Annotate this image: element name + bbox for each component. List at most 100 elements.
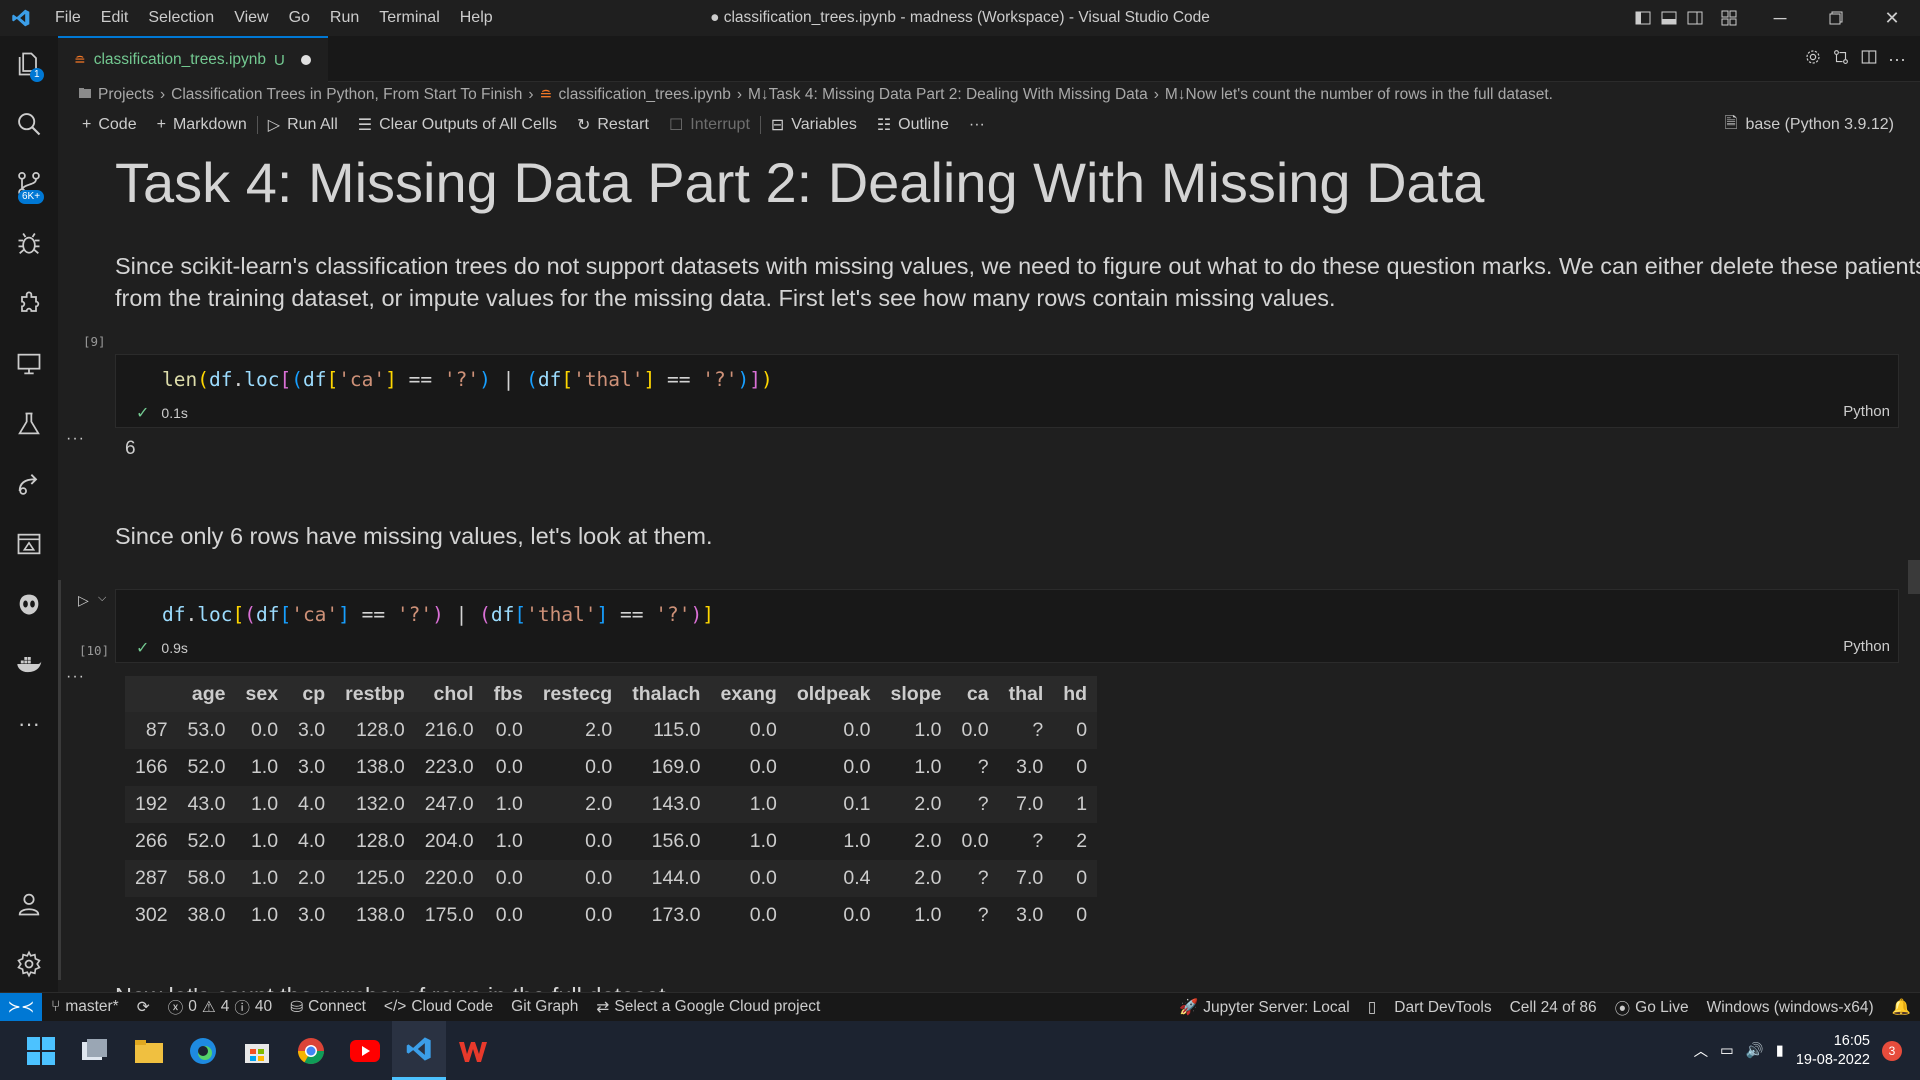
gcloud-project-item[interactable]: ⇄ Select a Google Cloud project <box>587 998 829 1017</box>
accounts-icon[interactable] <box>0 876 58 932</box>
bell-icon[interactable]: 🔔 <box>1883 998 1920 1017</box>
notification-badge[interactable]: 3 <box>1882 1040 1902 1061</box>
code-editor[interactable]: len(df.loc[(df['ca'] == '?') | (df['thal… <box>162 368 773 391</box>
file-explorer-icon[interactable] <box>122 1021 176 1080</box>
breadcrumb-item[interactable]: M↓Task 4: Missing Data Part 2: Dealing W… <box>748 86 1148 104</box>
toolbar-more-icon[interactable]: ··· <box>959 116 995 134</box>
run-debug-icon[interactable] <box>0 216 58 272</box>
jupyter-server-item[interactable]: 🚀 Jupyter Server: Local <box>1170 998 1359 1017</box>
minimize-button[interactable]: ─ <box>1752 0 1808 36</box>
explorer-icon[interactable]: 1 <box>0 36 58 92</box>
menu-go[interactable]: Go <box>280 9 319 27</box>
go-live-item[interactable]: ⦿ Go Live <box>1606 997 1698 1019</box>
dart-devtools-item[interactable]: Dart DevTools <box>1385 999 1500 1017</box>
output-more-icon[interactable]: ··· <box>66 668 85 686</box>
unsaved-dot-icon[interactable] <box>300 55 311 65</box>
problems-indicator[interactable]: ⓧ 0 ⚠ 4 ⓘ 40 <box>159 996 281 1018</box>
notebook-toolbar: + Code + Markdown ▷ Run All ☰ Clear Outputs … <box>72 112 995 138</box>
chrome-icon[interactable] <box>284 1021 338 1080</box>
run-options-chevron-icon[interactable]: ⌵ <box>98 592 106 605</box>
add-markdown-cell-button[interactable]: + Markdown <box>147 116 257 134</box>
add-code-cell-button[interactable]: + Code <box>72 116 147 134</box>
customize-layout-icon[interactable] <box>1716 0 1742 36</box>
windows-start-icon[interactable] <box>14 1021 68 1080</box>
manage-gear-icon[interactable] <box>0 936 58 992</box>
edge-browser-icon[interactable] <box>176 1021 230 1080</box>
gcloud-label: Select a Google Cloud project <box>614 998 821 1015</box>
more-actions-icon[interactable]: ··· <box>1888 49 1906 70</box>
sync-icon[interactable]: ⟳ <box>128 998 159 1017</box>
code-cell[interactable]: len(df.loc[(df['ca'] == '?') | (df['thal… <box>115 354 1899 428</box>
platform-item[interactable]: Windows (windows-x64) <box>1698 999 1883 1017</box>
more-views-icon[interactable]: ··· <box>0 696 58 752</box>
docker-icon[interactable] <box>0 636 58 692</box>
live-share-icon[interactable] <box>0 456 58 512</box>
menu-edit[interactable]: Edit <box>92 9 138 27</box>
table-row: 302 38.0 1.0 3.0 138.0 175.0 0.0 0.0 173.0 0.0 0.0… <box>125 897 1098 934</box>
battery-icon[interactable]: ▮ <box>1776 1043 1784 1059</box>
table-cell: 2.0 <box>880 860 952 897</box>
clear-outputs-button[interactable]: ☰ Clear Outputs of All Cells <box>348 115 567 135</box>
task-view-icon[interactable] <box>68 1021 122 1080</box>
breadcrumb-item[interactable]: Classification Trees in Python, From Sta… <box>171 86 522 104</box>
table-cell: 4.0 <box>288 823 336 860</box>
display-icon[interactable]: ▭ <box>1720 1043 1734 1059</box>
kernel-picker[interactable]: 🗎 base (Python 3.9.12) <box>1725 112 1894 138</box>
breadcrumb-item[interactable]: classification_trees.ipynb <box>559 86 731 104</box>
split-editor-icon[interactable] <box>1860 48 1878 71</box>
toggle-panel-icon[interactable] <box>1656 0 1682 36</box>
compare-changes-icon[interactable] <box>1832 48 1850 71</box>
speaker-icon[interactable]: 🔊 <box>1746 1042 1764 1059</box>
close-button[interactable]: ✕ <box>1864 0 1920 36</box>
run-cell-icon[interactable]: ▷ <box>78 592 89 609</box>
toggle-secondary-sidebar-icon[interactable] <box>1682 0 1708 36</box>
remote-window-icon[interactable] <box>0 516 58 572</box>
git-graph-item[interactable]: Git Graph <box>502 998 587 1016</box>
source-control-icon[interactable]: 6K+ <box>0 156 58 212</box>
cloud-code-item[interactable]: </> Cloud Code <box>375 998 502 1016</box>
vscode-taskbar-icon[interactable] <box>392 1021 446 1080</box>
clock[interactable]: 16:05 19-08-2022 <box>1796 1032 1870 1070</box>
interrupt-button[interactable]: ☐ Interrupt <box>659 115 760 135</box>
youtube-icon[interactable] <box>338 1021 392 1080</box>
outline-button[interactable]: ☷ Outline <box>867 115 959 135</box>
tab-classification-trees[interactable]: ≘ classification_trees.ipynb U <box>58 36 328 82</box>
search-icon[interactable] <box>0 96 58 152</box>
code-editor[interactable]: df.loc[(df['ca'] == '?') | (df['thal'] =… <box>162 603 714 626</box>
menu-selection[interactable]: Selection <box>139 9 223 27</box>
clipboard-icon[interactable]: ▯ <box>1359 998 1386 1017</box>
menu-terminal[interactable]: Terminal <box>370 9 448 27</box>
cell-pos-label: Cell 24 of 86 <box>1509 998 1597 1016</box>
menu-help[interactable]: Help <box>451 9 502 27</box>
menu-run[interactable]: Run <box>321 9 368 27</box>
cell-language[interactable]: Python <box>1843 403 1890 420</box>
scrollbar[interactable] <box>1908 560 1920 594</box>
menu-file[interactable]: File <box>46 9 90 27</box>
testing-icon[interactable] <box>0 396 58 452</box>
table-cell: 156.0 <box>622 823 711 860</box>
table-cell: 2.0 <box>288 860 336 897</box>
cell-language[interactable]: Python <box>1843 638 1890 655</box>
breadcrumb-item[interactable]: Projects <box>98 86 154 104</box>
vscode-logo-icon[interactable] <box>0 0 42 36</box>
restore-button[interactable] <box>1808 0 1864 36</box>
notebook-settings-icon[interactable] <box>1804 48 1822 71</box>
extensions-icon[interactable] <box>0 276 58 332</box>
run-all-button[interactable]: ▷ Run All <box>258 115 348 135</box>
tray-overflow-chevron-icon[interactable]: ︿ <box>1694 1040 1709 1061</box>
restart-button[interactable]: ↻ Restart <box>567 115 659 135</box>
wps-office-icon[interactable] <box>446 1021 500 1080</box>
breadcrumb-item[interactable]: M↓Now let's count the number of rows in … <box>1165 86 1553 104</box>
git-branch[interactable]: ⑂ master* <box>42 998 128 1016</box>
code-cell[interactable]: df.loc[(df['ca'] == '?') | (df['thal'] =… <box>115 589 1899 663</box>
remote-indicator-icon[interactable]: ≻≺ <box>0 992 42 1022</box>
remote-explorer-icon[interactable] <box>0 336 58 392</box>
connect-item[interactable]: ⛁ Connect <box>281 998 375 1017</box>
cell-position-item[interactable]: Cell 24 of 86 <box>1501 999 1606 1017</box>
alien-extension-icon[interactable] <box>0 576 58 632</box>
menu-view[interactable]: View <box>225 9 277 27</box>
variables-button[interactable]: ⊟ Variables <box>761 115 867 135</box>
toggle-primary-sidebar-icon[interactable] <box>1630 0 1656 36</box>
output-more-icon[interactable]: ··· <box>66 430 85 448</box>
store-icon[interactable] <box>230 1021 284 1080</box>
